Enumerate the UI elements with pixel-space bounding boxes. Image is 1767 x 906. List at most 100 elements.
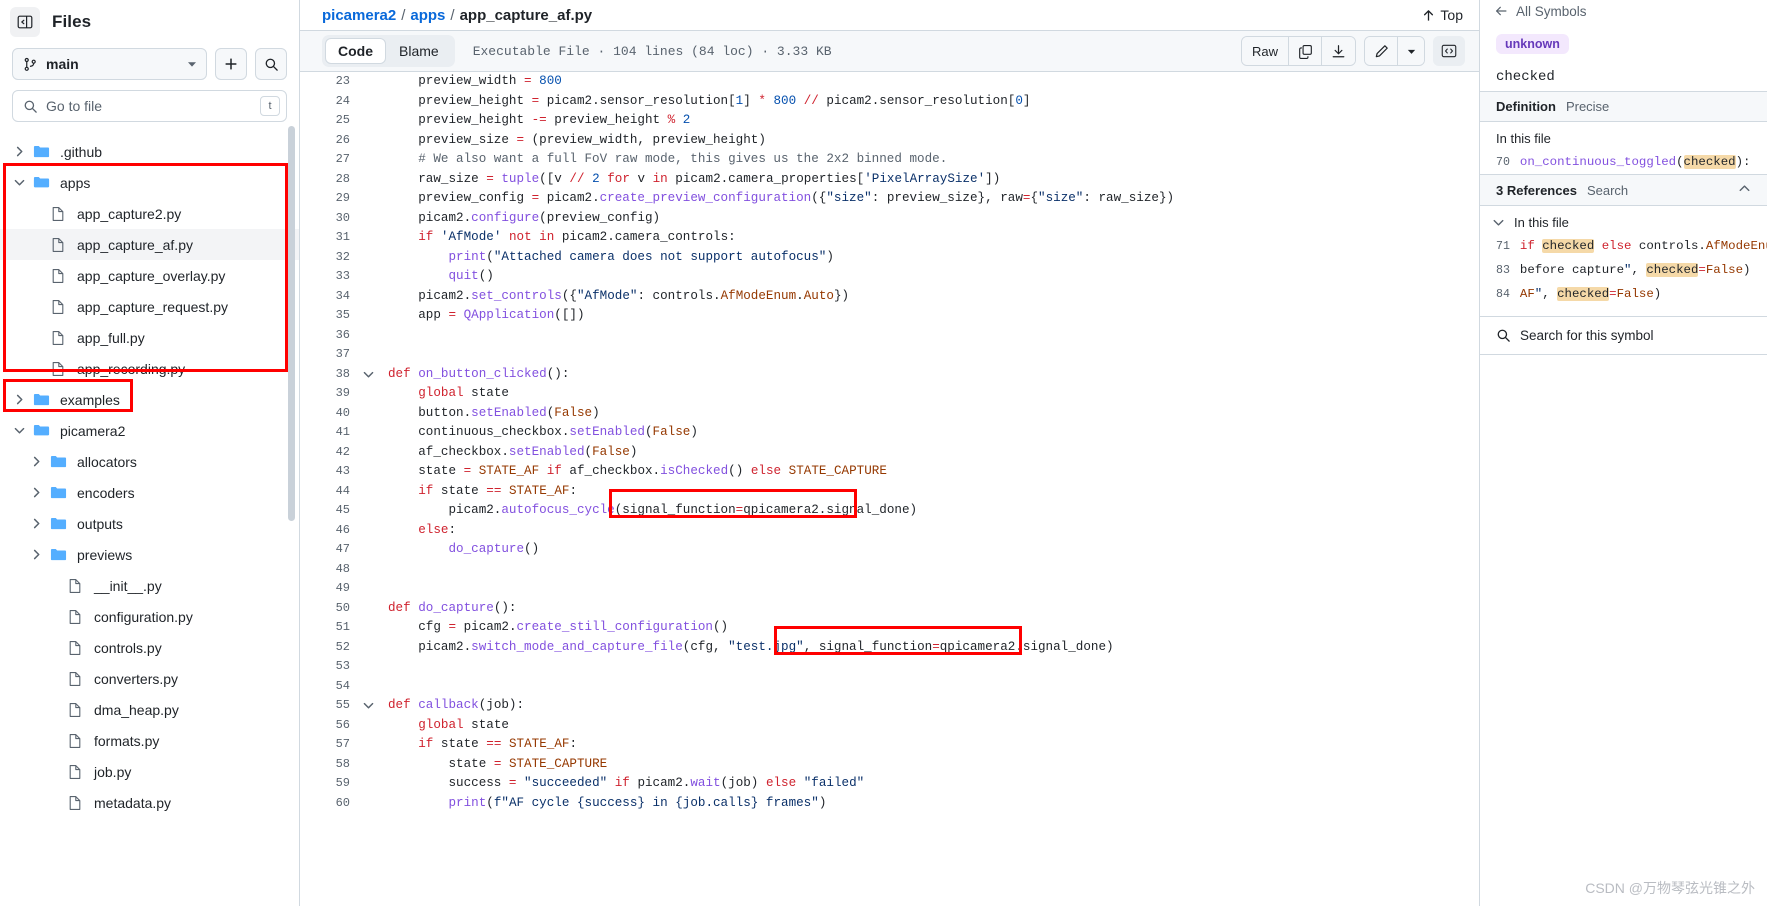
code-source: print(f"AF cycle {success} in {job.calls… <box>448 795 827 810</box>
line-number[interactable]: 23 <box>300 72 358 92</box>
add-file-button[interactable] <box>215 48 247 80</box>
line-number[interactable]: 36 <box>300 326 358 346</box>
line-number[interactable]: 38 <box>300 365 358 385</box>
definition-row[interactable]: 70 on_continuous_toggled(checked): <box>1480 150 1767 174</box>
line-number[interactable]: 32 <box>300 248 358 268</box>
tree-file-controls.py[interactable]: controls.py <box>0 632 299 663</box>
line-number[interactable]: 60 <box>300 794 358 814</box>
pencil-icon[interactable] <box>1365 37 1398 65</box>
references-group[interactable]: In this file <box>1480 206 1767 234</box>
line-number[interactable]: 58 <box>300 755 358 775</box>
line-number[interactable]: 57 <box>300 735 358 755</box>
line-number[interactable]: 51 <box>300 618 358 638</box>
chevron-right-icon[interactable] <box>25 548 47 561</box>
tree-folder-encoders[interactable]: encoders <box>0 477 299 508</box>
line-number[interactable]: 47 <box>300 540 358 560</box>
line-number[interactable]: 48 <box>300 560 358 580</box>
branch-selector[interactable]: main <box>12 48 207 80</box>
line-number[interactable]: 27 <box>300 150 358 170</box>
breadcrumb-folder[interactable]: apps <box>410 7 445 24</box>
tab-blame[interactable]: Blame <box>386 38 452 64</box>
reference-row[interactable]: 84 AF", checked=False) <box>1480 282 1767 306</box>
line-number[interactable]: 50 <box>300 599 358 619</box>
chevron-right-icon[interactable] <box>25 486 47 499</box>
line-number[interactable]: 39 <box>300 384 358 404</box>
tree-file-app_capture_request.py[interactable]: app_capture_request.py <box>0 291 299 322</box>
line-number[interactable]: 29 <box>300 189 358 209</box>
chevron-down-icon[interactable] <box>8 176 30 189</box>
tree-file-configuration.py[interactable]: configuration.py <box>0 601 299 632</box>
tab-code[interactable]: Code <box>325 38 386 64</box>
line-number[interactable]: 55 <box>300 696 358 716</box>
line-number[interactable]: 56 <box>300 716 358 736</box>
tree-file-app_recording.py[interactable]: app_recording.py <box>0 353 299 384</box>
go-to-file-search[interactable]: Go to file t <box>12 90 287 122</box>
line-number[interactable]: 35 <box>300 306 358 326</box>
chevron-right-icon[interactable] <box>8 145 30 158</box>
line-number[interactable]: 42 <box>300 443 358 463</box>
download-icon[interactable] <box>1322 37 1355 65</box>
all-symbols-back-link[interactable]: All Symbols <box>1480 0 1767 22</box>
chevron-up-icon[interactable] <box>1738 182 1751 198</box>
tree-file-converters.py[interactable]: converters.py <box>0 663 299 694</box>
edit-chevron-down-icon[interactable] <box>1398 37 1424 65</box>
line-number[interactable]: 33 <box>300 267 358 287</box>
sidebar-collapse-icon[interactable] <box>10 7 40 37</box>
tree-file-app_capture_af.py[interactable]: app_capture_af.py <box>0 229 299 260</box>
raw-button[interactable]: Raw <box>1241 37 1289 65</box>
search-for-symbol-button[interactable]: Search for this symbol <box>1480 316 1767 355</box>
line-number[interactable]: 53 <box>300 657 358 677</box>
line-number[interactable]: 45 <box>300 501 358 521</box>
tree-folder-.github[interactable]: .github <box>0 136 299 167</box>
sidebar-scrollbar[interactable] <box>288 126 295 521</box>
reference-row[interactable]: 71 if checked else controls.AfModeEnum.Au… <box>1480 234 1767 258</box>
reference-line-number: 84 <box>1496 288 1510 301</box>
code-brackets-icon[interactable] <box>1433 36 1465 66</box>
back-to-top-link[interactable]: Top <box>1422 7 1463 23</box>
branch-name: main <box>46 56 79 72</box>
code-viewer[interactable]: 23 preview_width = 800 24 preview_height … <box>300 72 1479 906</box>
tree-file-app_capture2.py[interactable]: app_capture2.py <box>0 198 299 229</box>
copy-icon[interactable] <box>1289 37 1322 65</box>
tree-file-job.py[interactable]: job.py <box>0 756 299 787</box>
line-number[interactable]: 49 <box>300 579 358 599</box>
tree-file-__init__.py[interactable]: __init__.py <box>0 570 299 601</box>
code-fold-toggle[interactable] <box>358 699 378 712</box>
chevron-down-icon[interactable] <box>8 424 30 437</box>
tree-folder-outputs[interactable]: outputs <box>0 508 299 539</box>
tree-folder-previews[interactable]: previews <box>0 539 299 570</box>
tree-folder-examples[interactable]: examples <box>0 384 299 415</box>
line-number[interactable]: 31 <box>300 228 358 248</box>
tree-file-dma_heap.py[interactable]: dma_heap.py <box>0 694 299 725</box>
line-number[interactable]: 37 <box>300 345 358 365</box>
breadcrumb-repo[interactable]: picamera2 <box>322 7 396 24</box>
line-number[interactable]: 44 <box>300 482 358 502</box>
tree-folder-apps[interactable]: apps <box>0 167 299 198</box>
tree-file-app_capture_overlay.py[interactable]: app_capture_overlay.py <box>0 260 299 291</box>
tree-folder-picamera2[interactable]: picamera2 <box>0 415 299 446</box>
line-number[interactable]: 40 <box>300 404 358 424</box>
reference-row[interactable]: 83 before capture", checked=False) <box>1480 258 1767 282</box>
line-number[interactable]: 30 <box>300 209 358 229</box>
line-number[interactable]: 54 <box>300 677 358 697</box>
line-number[interactable]: 59 <box>300 774 358 794</box>
line-number[interactable]: 41 <box>300 423 358 443</box>
tree-file-app_full.py[interactable]: app_full.py <box>0 322 299 353</box>
line-number[interactable]: 43 <box>300 462 358 482</box>
tree-file-formats.py[interactable]: formats.py <box>0 725 299 756</box>
line-number[interactable]: 46 <box>300 521 358 541</box>
line-number[interactable]: 28 <box>300 170 358 190</box>
chevron-right-icon[interactable] <box>25 455 47 468</box>
line-number[interactable]: 52 <box>300 638 358 658</box>
references-search-link[interactable]: Search <box>1587 183 1628 198</box>
line-number[interactable]: 26 <box>300 131 358 151</box>
sidebar-search-button[interactable] <box>255 48 287 80</box>
line-number[interactable]: 34 <box>300 287 358 307</box>
chevron-right-icon[interactable] <box>25 517 47 530</box>
line-number[interactable]: 24 <box>300 92 358 112</box>
chevron-right-icon[interactable] <box>8 393 30 406</box>
line-number[interactable]: 25 <box>300 111 358 131</box>
code-fold-toggle[interactable] <box>358 368 378 381</box>
tree-file-metadata.py[interactable]: metadata.py <box>0 787 299 818</box>
tree-folder-allocators[interactable]: allocators <box>0 446 299 477</box>
